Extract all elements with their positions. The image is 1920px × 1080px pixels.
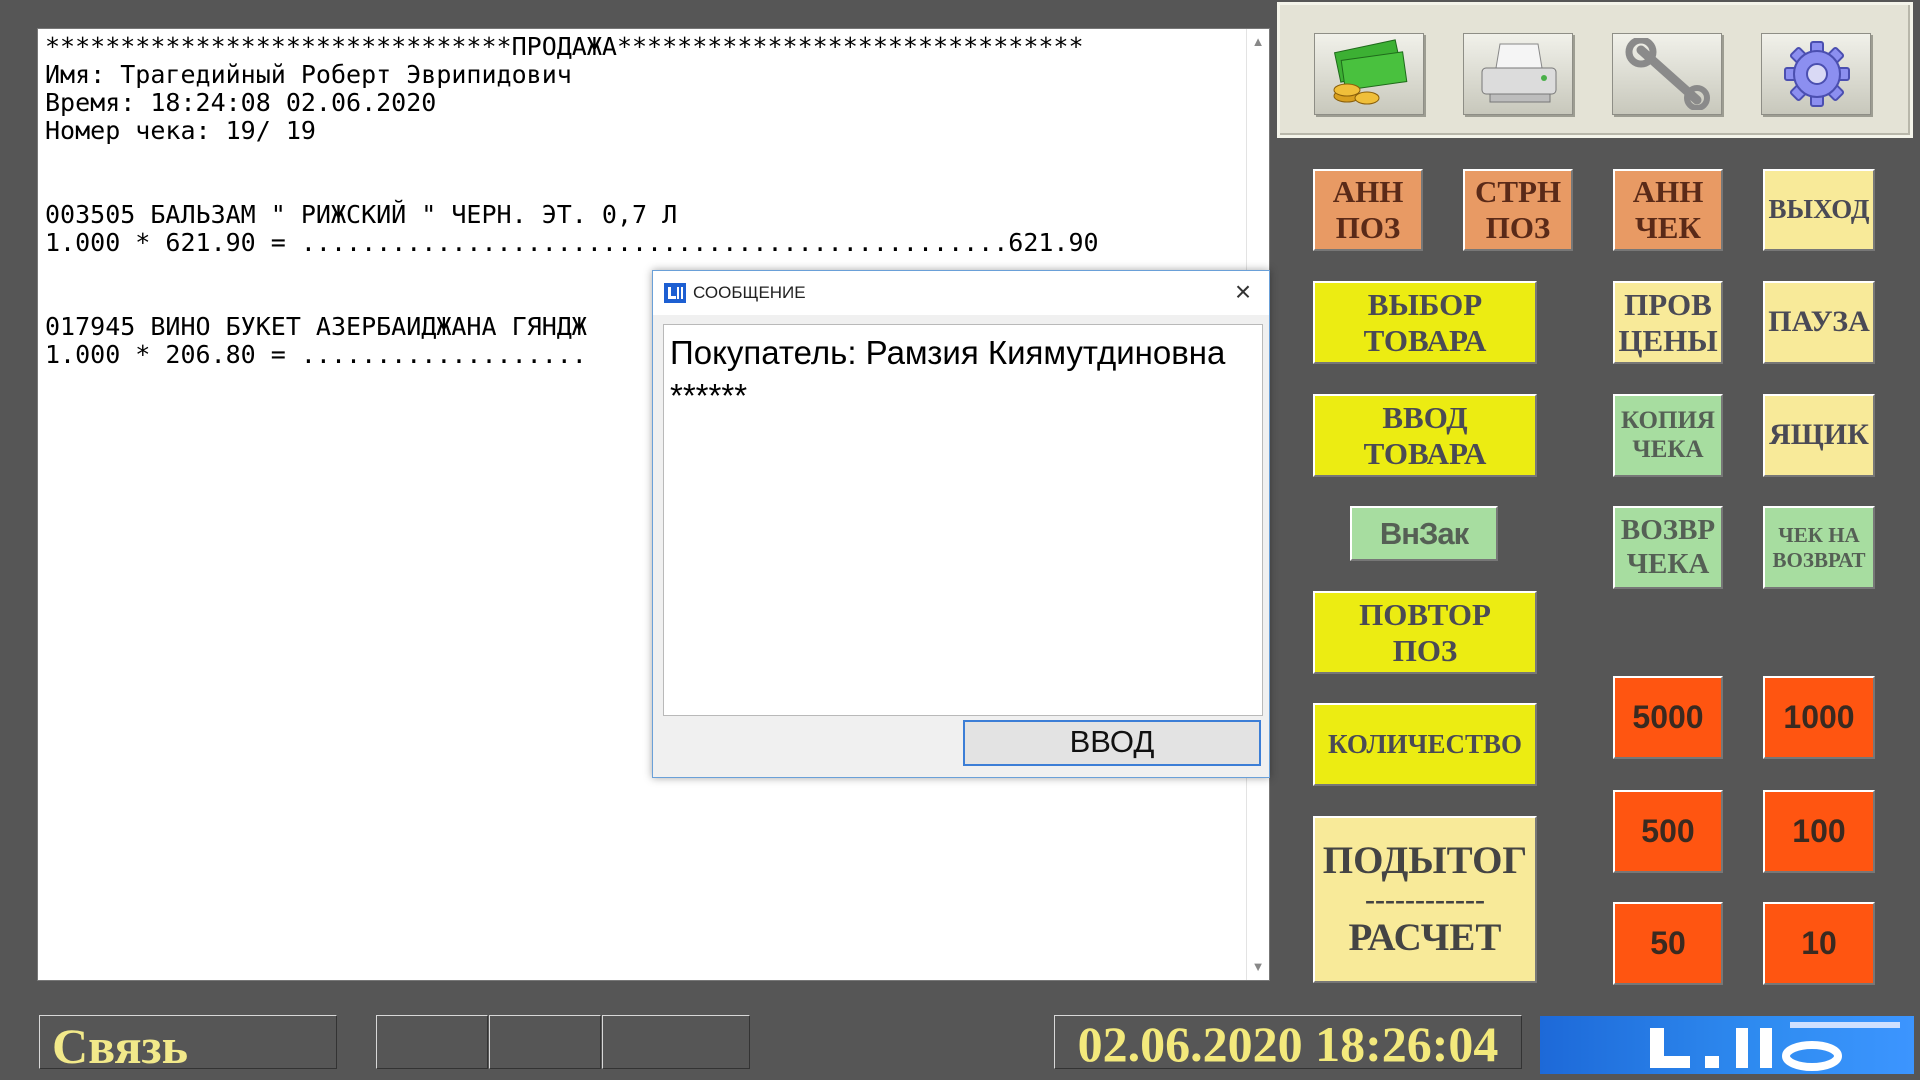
return-check-button[interactable]: ВОЗВР ЧЕКА (1613, 506, 1723, 589)
exit-button[interactable]: ВЫХОД (1763, 169, 1875, 251)
enter-product-button[interactable]: ВВОД ТОВАРА (1313, 394, 1537, 477)
datetime-clock: 02.06.2020 18:26:04 (1054, 1015, 1522, 1072)
check-price-button[interactable]: ПРОВ ЦЕНЫ (1613, 281, 1723, 364)
subtotal-payment-button[interactable]: ПОДЫТОГ ------------ РАСЧЕТ (1313, 816, 1537, 983)
annul-check-button[interactable]: АНН ЧЕК (1613, 169, 1723, 251)
enter-button[interactable]: ВВОД (963, 720, 1261, 766)
banknote-500-button[interactable]: 500 (1613, 790, 1723, 873)
receipt-time: Время: 18:24:08 02.06.2020 (45, 88, 437, 117)
annul-position-button[interactable]: АНН ПОЗ (1313, 169, 1423, 251)
brand-logo (1540, 1016, 1914, 1074)
scroll-up-icon[interactable]: ▲ (1247, 31, 1269, 53)
status-cell (602, 1015, 750, 1069)
receipt-item-calc: 1.000 * 621.90 = .......................… (45, 228, 1099, 257)
connection-status: Связь (39, 1015, 337, 1069)
money-button[interactable] (1314, 33, 1424, 115)
storno-position-button[interactable]: СТРН ПОЗ (1463, 169, 1573, 251)
internal-order-button[interactable]: ВнЗак (1350, 506, 1498, 561)
banknote-50-button[interactable]: 50 (1613, 902, 1723, 985)
dialog-title: СООБЩЕНИЕ (693, 283, 806, 302)
money-icon (1333, 39, 1408, 105)
app-icon (664, 283, 686, 303)
receipt-item-title: 017945 ВИНО БУКЕТ АЗЕРБАИДЖАНА ГЯНДЖ (45, 312, 587, 341)
select-product-button[interactable]: ВЫБОР ТОВАРА (1313, 281, 1537, 364)
pause-button[interactable]: ПАУЗА (1763, 281, 1875, 364)
status-cell (489, 1015, 601, 1069)
service-button[interactable] (1612, 33, 1722, 115)
drawer-button[interactable]: ЯЩИК (1763, 394, 1875, 477)
banknote-100-button[interactable]: 100 (1763, 790, 1875, 873)
check-copy-button[interactable]: КОПИЯ ЧЕКА (1613, 394, 1723, 477)
receipt-item-calc: 1.000 * 206.80 = ................... (45, 340, 587, 369)
printer-icon (1481, 43, 1557, 103)
message-dialog: СООБЩЕНИЕ × Покупатель: Рамзия Киямутдин… (652, 270, 1270, 778)
status-cell (376, 1015, 488, 1069)
subtotal-label: ПОДЫТОГ (1322, 838, 1528, 882)
receipt-item-title: 003505 БАЛЬЗАМ " РИЖСКИЙ " ЧЕРН. ЭТ. 0,7… (45, 200, 678, 229)
banknote-10-button[interactable]: 10 (1763, 902, 1875, 985)
dialog-titlebar: СООБЩЕНИЕ × (653, 271, 1269, 315)
print-button[interactable] (1463, 33, 1573, 115)
return-receipt-button[interactable]: ЧЕК НА ВОЗВРАТ (1763, 506, 1875, 589)
banknote-5000-button[interactable]: 5000 (1613, 676, 1723, 759)
close-icon[interactable]: × (1225, 277, 1261, 309)
repeat-position-button[interactable]: ПОВТОР ПОЗ (1313, 591, 1537, 674)
receipt-check-number: Номер чека: 19/ 19 (45, 116, 316, 145)
receipt-customer-name: Имя: Трагедийный Роберт Эврипидович (45, 60, 572, 89)
wrench-icon (1625, 38, 1710, 110)
banknote-1000-button[interactable]: 1000 (1763, 676, 1875, 759)
dialog-message: Покупатель: Рамзия Киямутдиновна ****** (663, 324, 1263, 716)
settings-button[interactable] (1761, 33, 1871, 115)
subtotal-separator: ------------ (1365, 882, 1485, 916)
receipt-header: *******************************ПРОДАЖА**… (45, 32, 1084, 61)
settings-gear-icon (1784, 41, 1850, 107)
brand-logo-icon (1650, 1022, 1900, 1071)
payment-label: РАСЧЕТ (1348, 915, 1502, 959)
quantity-button[interactable]: КОЛИЧЕСТВО (1313, 703, 1537, 786)
scroll-down-icon[interactable]: ▼ (1247, 956, 1269, 978)
top-toolbar (1277, 2, 1913, 138)
